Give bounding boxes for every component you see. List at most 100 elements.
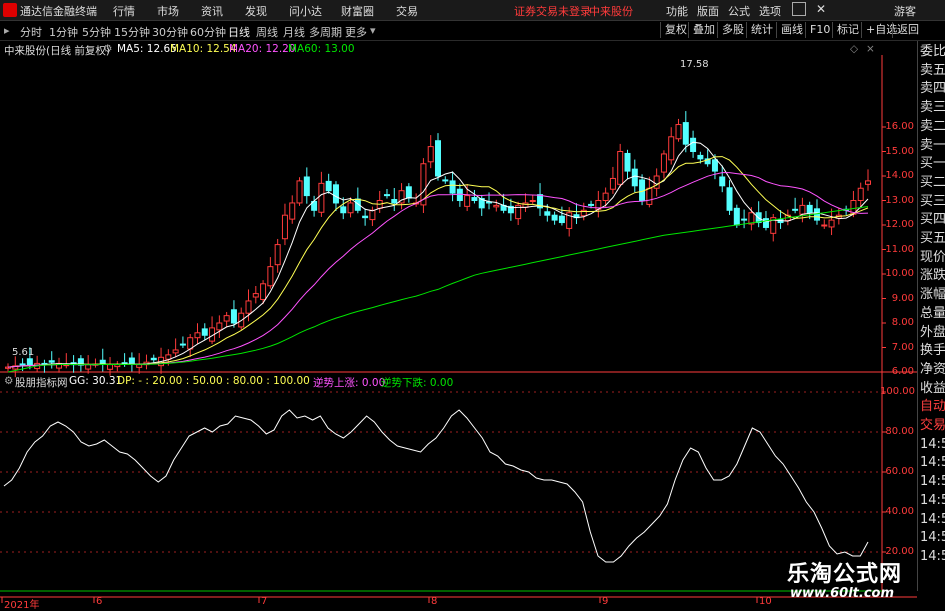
candle-body: [99, 359, 106, 364]
candle-body: [449, 180, 456, 194]
sidebar-item[interactable]: 涨跌: [920, 267, 945, 285]
gg-line: [3, 409, 869, 563]
low-price-label: 5.61: [12, 347, 35, 358]
candle-body: [194, 332, 201, 339]
candle-body: [442, 179, 449, 182]
candle-body: [267, 266, 274, 287]
watermark-title: 乐淘公式网: [787, 562, 903, 587]
sidebar-item[interactable]: 14:56: [920, 529, 945, 547]
sidebar-item[interactable]: 总量: [920, 305, 945, 323]
candle-body: [551, 214, 558, 221]
price-tick-label: 10.00: [885, 268, 914, 279]
candle-body: [529, 200, 536, 202]
candle-body: [179, 343, 186, 346]
candle-body: [828, 219, 835, 228]
candle-body: [690, 137, 697, 153]
sidebar-item[interactable]: 买三: [920, 193, 945, 211]
candle-body: [762, 218, 769, 228]
ma10-line: [7, 156, 869, 368]
candle-body: [544, 211, 551, 216]
time-tick-label: 8: [431, 596, 438, 607]
candle-body: [711, 159, 718, 172]
candle-body: [697, 154, 704, 160]
sidebar-item[interactable]: 交易: [920, 417, 945, 435]
time-tick-label: 9: [602, 596, 609, 607]
candle-body: [558, 215, 565, 224]
sidebar-item[interactable]: 14:56: [920, 436, 945, 454]
sidebar-item[interactable]: 自动: [920, 398, 945, 416]
candle-body: [799, 204, 806, 215]
candle-body: [464, 195, 471, 207]
time-tick-label: 6: [96, 596, 103, 607]
price-tick-label: 7.00: [891, 341, 914, 353]
candle-body: [646, 187, 653, 205]
price-tick-label: 13.00: [885, 194, 914, 206]
sidebar-item[interactable]: 14:56: [920, 511, 945, 529]
candle-body: [435, 140, 441, 177]
candle-body: [85, 364, 92, 370]
candle-body: [223, 315, 230, 322]
sidebar-item[interactable]: 14:56: [920, 454, 945, 472]
candle-body: [48, 360, 55, 363]
candle-body: [260, 283, 267, 300]
price-tick-label: 9.00: [891, 292, 914, 304]
indicator-tick-label: 40.00: [885, 506, 914, 517]
candle-body: [719, 176, 726, 187]
candle-body: [493, 204, 500, 208]
ma60-line: [7, 206, 869, 373]
candle-body: [741, 218, 748, 221]
sidebar-item[interactable]: 委比: [920, 43, 945, 61]
candle-body: [369, 209, 376, 221]
candle-body: [150, 357, 157, 361]
candle-body: [660, 153, 667, 173]
candle-body: [588, 203, 595, 206]
candle-body: [128, 357, 135, 364]
price-tick-label: 16.00: [885, 121, 914, 132]
sidebar-item[interactable]: 收益: [920, 380, 945, 398]
candle-body: [602, 192, 609, 201]
price-tick-label: 14.00: [885, 170, 914, 181]
sidebar-item[interactable]: 涨幅: [920, 286, 945, 304]
candle-body: [405, 186, 412, 199]
ma20-line: [7, 172, 869, 368]
price-tick-label: 11.00: [885, 243, 914, 255]
sidebar-item[interactable]: 14:56: [920, 492, 945, 510]
candle-body: [19, 363, 26, 366]
candle-body: [107, 364, 114, 370]
candle-body: [857, 187, 864, 201]
candle-body: [865, 180, 871, 185]
sidebar-item[interactable]: 买一: [920, 155, 945, 173]
candle-body: [427, 146, 434, 163]
candle-body: [332, 184, 339, 204]
candle-body: [281, 214, 288, 240]
sidebar-item[interactable]: 卖二: [920, 118, 945, 136]
candle-body: [624, 152, 631, 172]
sidebar-item[interactable]: 换手: [920, 342, 945, 360]
sidebar-item[interactable]: 14:56: [920, 473, 945, 491]
sidebar-item[interactable]: 卖一: [920, 137, 945, 155]
chart-canvas[interactable]: [0, 0, 945, 609]
sidebar-item[interactable]: 卖四: [920, 80, 945, 98]
price-tick-label: 12.00: [885, 219, 914, 230]
quote-sidebar: 委比 卖五 卖四 卖三 卖二 卖一 买一 买二 买三 买四 买五 现价 涨跌 涨幅 总量 外盘 换手 净资 收益 自动…: [917, 41, 945, 591]
sidebar-item[interactable]: 买五: [920, 230, 945, 248]
sidebar-item[interactable]: 14:56: [920, 548, 945, 566]
candle-body: [289, 202, 296, 220]
candle-body: [726, 187, 733, 211]
candle-body: [216, 322, 223, 331]
sidebar-item[interactable]: 买二: [920, 174, 945, 192]
price-tick-label: 8.00: [891, 317, 914, 328]
candle-body: [303, 176, 310, 197]
sidebar-item[interactable]: 卖五: [920, 62, 945, 80]
candle-body: [245, 300, 252, 314]
sidebar-item[interactable]: 外盘: [920, 324, 945, 342]
watermark-url: www.60lt.com: [790, 586, 895, 601]
sidebar-item[interactable]: 净资: [920, 361, 945, 379]
sidebar-item[interactable]: 卖三: [920, 99, 945, 117]
indicator-tick-label: 80.00: [885, 426, 914, 437]
sidebar-item[interactable]: 现价: [920, 249, 945, 267]
sidebar-item[interactable]: 买四: [920, 211, 945, 229]
indicator-tick-label: 60.00: [885, 466, 914, 477]
candle-body: [631, 168, 638, 187]
candle-body: [230, 309, 237, 324]
